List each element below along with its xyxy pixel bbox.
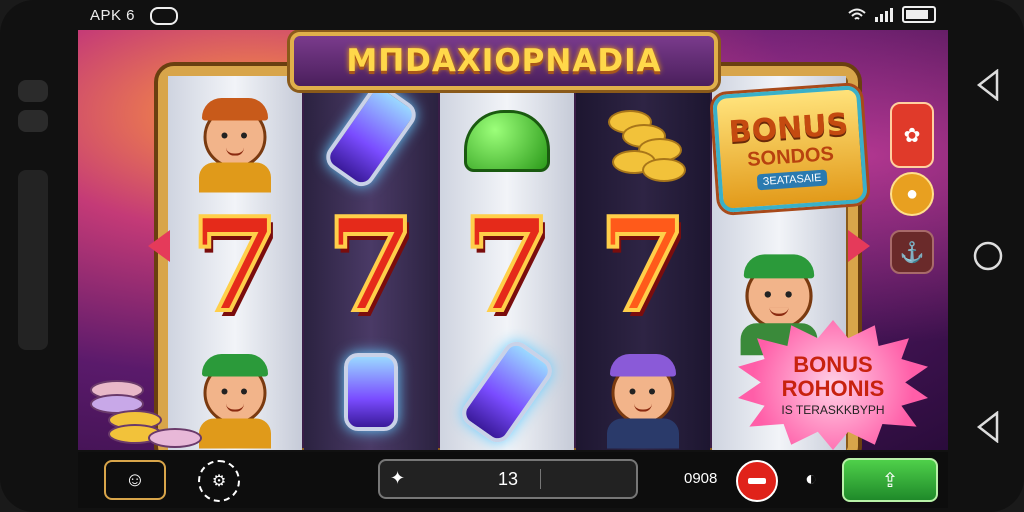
bottom-toolbar: ☺ ⚙ ✦ 13 0908 ◐ ⇪ xyxy=(78,452,948,508)
bet-value: 13 xyxy=(497,469,519,489)
home-icon[interactable] xyxy=(972,240,1004,272)
person-icon: ☺ xyxy=(124,468,146,491)
game-title-banner: МПDAXІОРNADIA xyxy=(290,32,718,90)
potion-vial-symbol xyxy=(304,80,438,192)
gold-coins-symbol xyxy=(576,90,710,190)
notification-eye-icon xyxy=(150,7,178,25)
stop-button[interactable] xyxy=(736,460,778,502)
menu-icon[interactable]: ✿ xyxy=(890,102,934,168)
back-icon[interactable] xyxy=(975,69,1001,102)
game-screen: МПDAXІОРNADIA 7 7 7 7 BONUS SONDOS ЗEATA… xyxy=(78,30,948,450)
chip-stack-left xyxy=(78,350,202,450)
coin-icon[interactable]: ● xyxy=(890,172,934,216)
seven-symbol: 7 xyxy=(324,191,417,341)
minus-icon xyxy=(748,478,766,484)
green-helmet-symbol xyxy=(440,96,574,186)
seven-symbol: 7 xyxy=(596,191,689,341)
bonus-burst-caption: IS TERASKKBYPH xyxy=(781,402,885,417)
wifi-icon xyxy=(848,8,866,20)
signal-icon xyxy=(875,7,893,22)
sound-button[interactable]: ◐ xyxy=(796,464,826,494)
left-arrow-marker xyxy=(148,230,170,262)
bonus-burst-title: BONUS xyxy=(793,352,873,378)
upload-icon: ⇪ xyxy=(881,469,899,492)
gear-icon: ⚙ xyxy=(211,473,227,490)
woman-figure-symbol xyxy=(576,338,710,449)
bonus-badge: BONUS SONDOS ЗEATASAIE xyxy=(712,84,868,214)
game-title: МПDAXІОРNADIA xyxy=(346,43,662,79)
seven-symbol: 7 xyxy=(460,191,553,341)
bonus-badge-ribbon: ЗEATASAIE xyxy=(756,168,829,190)
right-arrow-marker xyxy=(848,230,870,262)
android-nav-bar xyxy=(952,0,1024,512)
phone-speaker-grille xyxy=(18,170,48,350)
settings-button[interactable]: ⚙ xyxy=(198,460,240,502)
phone-side-button xyxy=(18,80,48,102)
status-bar: APK 6 xyxy=(78,0,948,30)
reel-4: 7 xyxy=(576,76,710,450)
reel-3: 7 xyxy=(440,76,574,450)
chip-icon xyxy=(148,428,202,448)
recents-icon[interactable] xyxy=(975,410,1001,443)
phone-device: APK 6 МПDAXІОРNADIA 7 7 7 7 BONUS SONDOS… xyxy=(0,0,1024,512)
bonus-badge-subtitle: SONDOS xyxy=(746,142,835,171)
potion-vial-symbol xyxy=(304,342,438,442)
reel-2: 7 xyxy=(304,76,438,450)
profile-button[interactable]: ☺ xyxy=(104,460,166,500)
status-text: APK 6 xyxy=(90,7,136,24)
worker-figure-symbol xyxy=(168,82,302,193)
credit-value: 0908 xyxy=(684,470,718,487)
bonus-burst-subtitle: ROHONIS xyxy=(781,375,885,401)
bet-divider xyxy=(540,469,541,489)
potion-vial-symbol xyxy=(440,336,574,448)
spin-button[interactable]: ⇪ xyxy=(842,458,938,502)
anchor-icon[interactable]: ⚓ xyxy=(890,230,934,274)
seven-symbol: 7 xyxy=(188,191,281,341)
speaker-icon: ◐ xyxy=(804,467,818,490)
battery-icon xyxy=(902,6,936,23)
bet-field[interactable]: ✦ 13 xyxy=(378,459,638,499)
phone-side-button xyxy=(18,110,48,132)
